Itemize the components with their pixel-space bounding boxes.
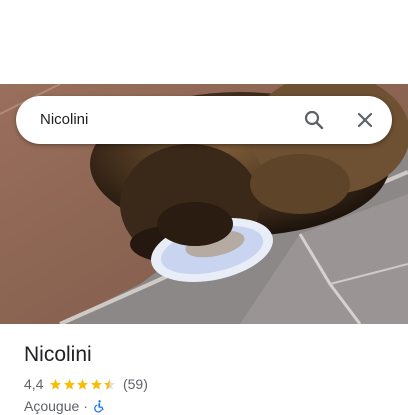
close-icon[interactable] [353,108,377,132]
star-icon [50,378,62,389]
star-icon [91,378,102,389]
top-blank-area [0,0,408,84]
review-count[interactable]: (59) [123,376,148,392]
place-details[interactable]: Nicolini 4,4 (59) Açougue · [0,324,408,414]
star-icon [77,378,89,389]
search-bar[interactable]: Nicolini [16,96,392,144]
search-icon[interactable] [302,108,326,132]
separator: · [83,398,88,414]
star-half-icon [104,378,116,389]
place-category: Açougue [24,398,80,414]
rating-value: 4,4 [24,376,44,392]
place-title: Nicolini [24,343,92,366]
search-input[interactable]: Nicolini [40,110,88,130]
star-icon [64,378,75,389]
rating-row[interactable]: 4,4 (59) [24,375,148,393]
category-row: Açougue · [24,397,106,415]
rating-stars [49,378,117,391]
wheelchair-icon [94,400,104,413]
